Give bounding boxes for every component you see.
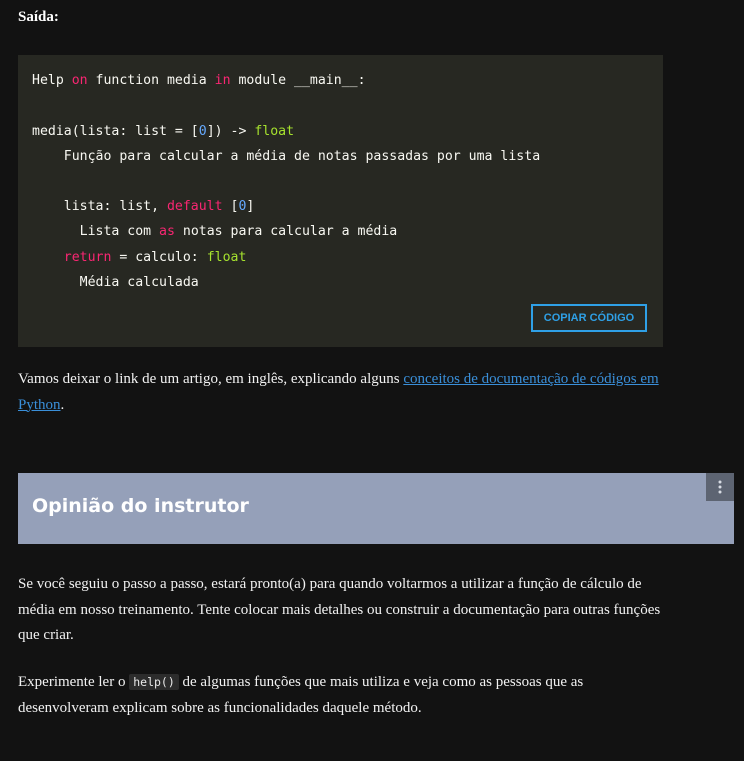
code-line: Função para calcular a média de notas pa… [32, 149, 541, 164]
paragraph-text: Experimente ler o [18, 674, 130, 690]
code-line: Lista com as notas para calcular a média [32, 224, 398, 239]
code-line: media(lista: list = [0]) -> float [32, 124, 295, 139]
more-options-button[interactable] [706, 473, 734, 501]
paragraph-text: Vamos deixar o link de um artigo, em ing… [18, 371, 404, 387]
section-title: Opinião do instrutor [32, 495, 249, 517]
article-paragraph: Vamos deixar o link de um artigo, em ing… [18, 367, 668, 418]
output-label: Saída: [18, 9, 59, 25]
code-line: return = calculo: float [63, 250, 247, 265]
instructor-paragraph: Experimente ler o help() de algumas funç… [18, 670, 668, 721]
instructor-opinion-header: Opinião do instrutor [18, 473, 734, 544]
paragraph-text: . [60, 396, 65, 413]
instructor-paragraph: Se você seguiu o passo a passo, estará p… [18, 576, 661, 643]
copy-code-button[interactable]: COPIAR CÓDIGO [531, 304, 647, 332]
code-block: Help on function media in module __main_… [18, 55, 663, 347]
code-line: Média calculada [32, 275, 199, 290]
code-line: lista: list, default [0] [32, 199, 255, 214]
code-line: Help on function media in module __main_… [32, 73, 366, 88]
inline-code: help() [129, 674, 179, 690]
more-vertical-icon [718, 480, 722, 494]
